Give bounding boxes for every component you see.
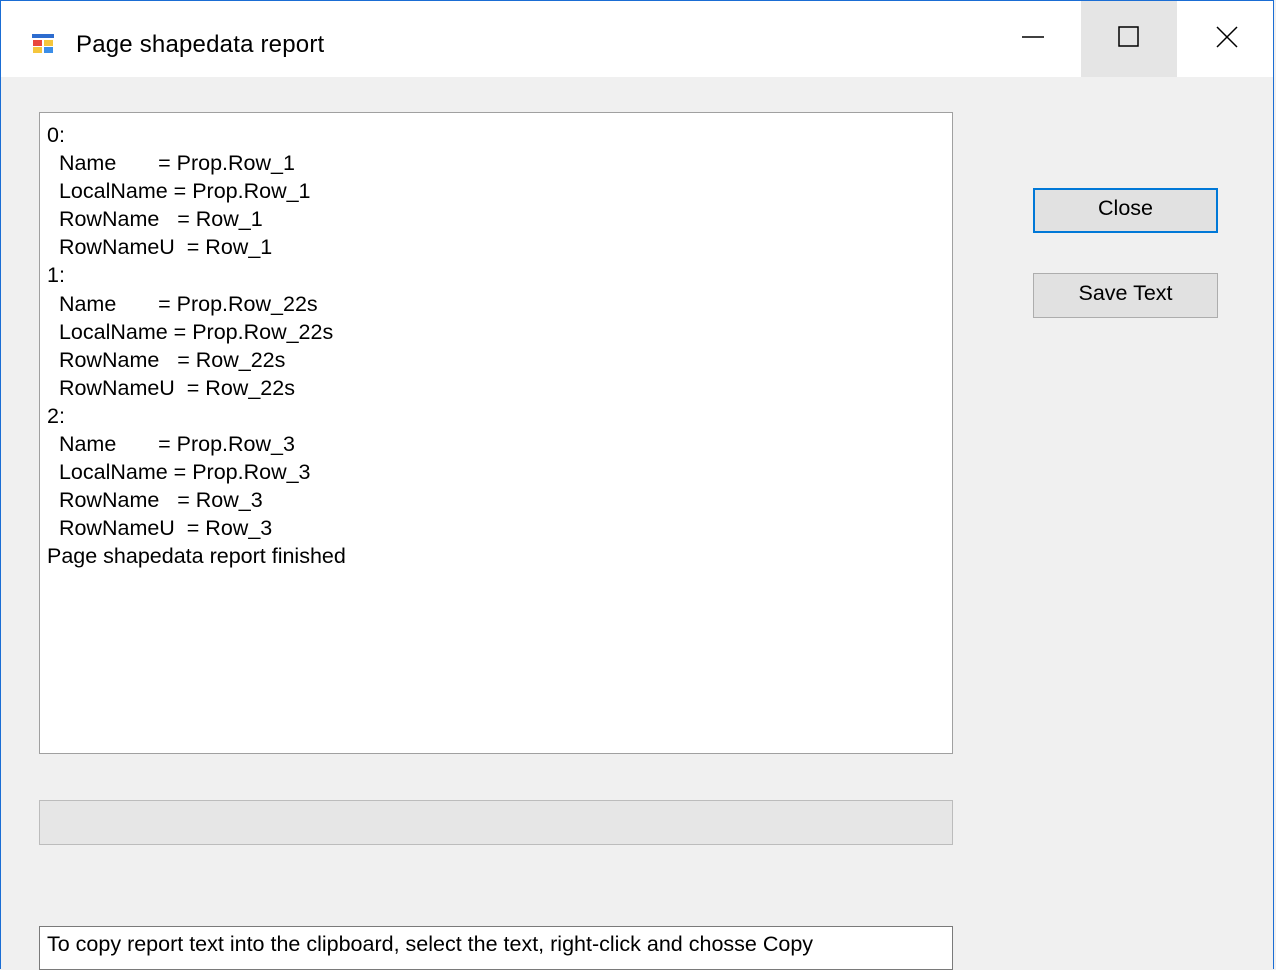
report-line: LocalName = Prop.Row_22s xyxy=(47,319,334,344)
progress-bar xyxy=(39,800,953,845)
report-line: RowName = Row_22s xyxy=(47,347,286,372)
minimize-icon xyxy=(1021,25,1045,54)
close-icon xyxy=(1215,25,1239,54)
hint-textbox[interactable]: To copy report text into the clipboard, … xyxy=(39,926,953,970)
close-button[interactable]: Close xyxy=(1033,188,1218,233)
minimize-button[interactable] xyxy=(985,1,1081,77)
report-line: RowName = Row_3 xyxy=(47,488,263,513)
report-line: Name = Prop.Row_3 xyxy=(47,432,295,457)
title-bar[interactable]: Page shapedata report xyxy=(1,1,1273,77)
report-line: Name = Prop.Row_22s xyxy=(47,291,318,316)
report-textbox[interactable]: 0: Name = Prop.Row_1 LocalName = Prop.Ro… xyxy=(39,112,953,754)
report-line: RowNameU = Row_1 xyxy=(47,235,273,260)
window-title: Page shapedata report xyxy=(76,31,325,58)
report-line: 1: xyxy=(47,263,65,288)
report-line: RowNameU = Row_22s xyxy=(47,375,295,400)
window-close-button[interactable] xyxy=(1179,1,1275,77)
report-line: RowName = Row_1 xyxy=(47,207,263,232)
maximize-button[interactable] xyxy=(1081,1,1177,77)
report-line: Name = Prop.Row_1 xyxy=(47,151,295,176)
report-window: Page shapedata report 0: Name = Prop.Row… xyxy=(0,0,1274,970)
maximize-icon xyxy=(1117,25,1141,54)
report-line: 0: xyxy=(47,123,65,147)
report-line: Page shapedata report finished xyxy=(47,544,346,569)
report-line: 2: xyxy=(47,403,65,428)
report-line: RowNameU = Row_3 xyxy=(47,516,273,541)
report-line: LocalName = Prop.Row_3 xyxy=(47,460,311,485)
app-form-icon[interactable] xyxy=(32,34,54,54)
report-line: LocalName = Prop.Row_1 xyxy=(47,179,311,204)
save-text-button[interactable]: Save Text xyxy=(1033,273,1218,318)
